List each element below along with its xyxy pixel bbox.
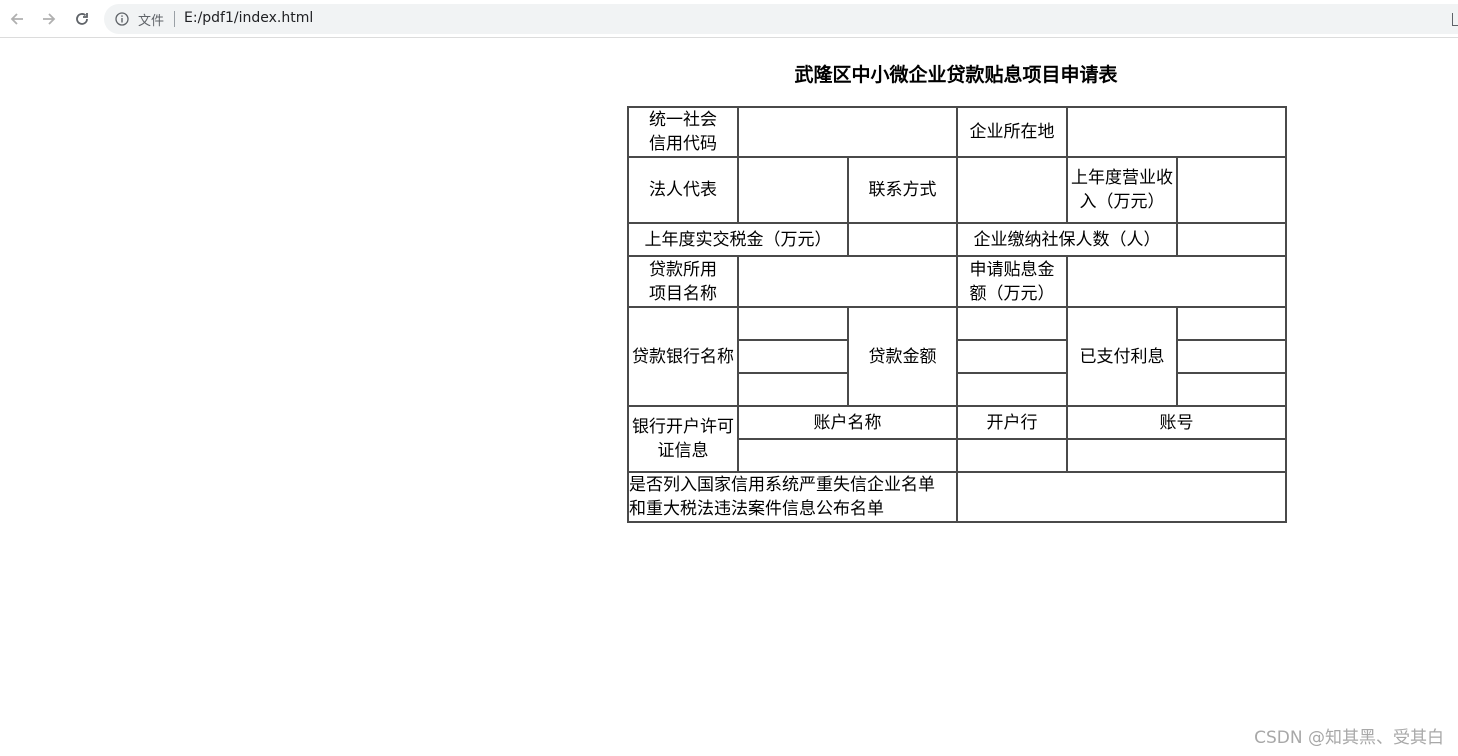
- contact-field[interactable]: [956, 156, 1068, 224]
- interest-paid-label: 已支付利息: [1066, 306, 1178, 407]
- loan-amount-field-2[interactable]: [956, 339, 1068, 374]
- loan-project-field[interactable]: [737, 255, 958, 308]
- open-bank-field[interactable]: [956, 438, 1068, 473]
- social-security-field[interactable]: [1176, 222, 1287, 257]
- blacklist-label: 是否列入国家信用系统严重失信企业名单和重大税法违法案件信息公布名单: [627, 471, 958, 523]
- tax-field[interactable]: [847, 222, 958, 257]
- application-form-table: 统一社会信用代码 企业所在地 法人代表 联系方式 上年度营业收入（万元） 上年度…: [627, 106, 1287, 523]
- forward-button[interactable]: [38, 8, 60, 30]
- bank-name-field-2[interactable]: [737, 339, 849, 374]
- interest-paid-field-1[interactable]: [1176, 306, 1287, 341]
- bank-name-field-1[interactable]: [737, 306, 849, 341]
- info-icon[interactable]: [115, 12, 129, 26]
- credit-code-field[interactable]: [737, 106, 958, 158]
- account-name-field[interactable]: [737, 438, 958, 473]
- back-arrow-icon: [10, 13, 23, 25]
- open-bank-label: 开户行: [956, 405, 1068, 440]
- contact-label: 联系方式: [847, 156, 958, 224]
- bank-name-field-3[interactable]: [737, 372, 849, 407]
- window-edge-icon: [1452, 13, 1458, 26]
- watermark: CSDN @知其黑、受其白: [1254, 728, 1444, 748]
- back-button[interactable]: [6, 8, 28, 30]
- account-number-field[interactable]: [1066, 438, 1287, 473]
- revenue-label: 上年度营业收入（万元）: [1066, 156, 1178, 224]
- loan-amount-field-3[interactable]: [956, 372, 1068, 407]
- url-text[interactable]: E:/pdf1/index.html: [184, 10, 313, 26]
- license-info-label: 银行开户许可证信息: [627, 405, 739, 473]
- legal-rep-label: 法人代表: [627, 156, 739, 224]
- interest-paid-field-3[interactable]: [1176, 372, 1287, 407]
- url-divider: [174, 11, 175, 27]
- interest-paid-field-2[interactable]: [1176, 339, 1287, 374]
- location-label: 企业所在地: [956, 106, 1068, 158]
- reload-button[interactable]: [71, 8, 93, 30]
- location-field[interactable]: [1066, 106, 1287, 158]
- account-number-label: 账号: [1066, 405, 1287, 440]
- forward-arrow-icon: [43, 13, 56, 25]
- bank-name-label: 贷款银行名称: [627, 306, 739, 407]
- account-name-label: 账户名称: [737, 405, 958, 440]
- subsidy-amount-field[interactable]: [1066, 255, 1287, 308]
- reload-icon: [76, 13, 88, 25]
- credit-code-label: 统一社会信用代码: [627, 106, 739, 158]
- loan-amount-field-1[interactable]: [956, 306, 1068, 341]
- tax-label: 上年度实交税金（万元）: [627, 222, 849, 257]
- blacklist-field[interactable]: [956, 471, 1287, 523]
- loan-amount-label: 贷款金额: [847, 306, 958, 407]
- browser-toolbar: 文件 E:/pdf1/index.html: [0, 0, 1458, 38]
- revenue-field[interactable]: [1176, 156, 1287, 224]
- legal-rep-field[interactable]: [737, 156, 849, 224]
- address-bar[interactable]: 文件 E:/pdf1/index.html: [104, 4, 1458, 34]
- loan-project-label: 贷款所用项目名称: [627, 255, 739, 308]
- social-security-label: 企业缴纳社保人数（人）: [956, 222, 1178, 257]
- url-scheme-label: 文件: [138, 14, 165, 29]
- page-title: 武隆区中小微企业贷款贴息项目申请表: [794, 64, 1118, 86]
- subsidy-amount-label: 申请贴息金额（万元）: [956, 255, 1068, 308]
